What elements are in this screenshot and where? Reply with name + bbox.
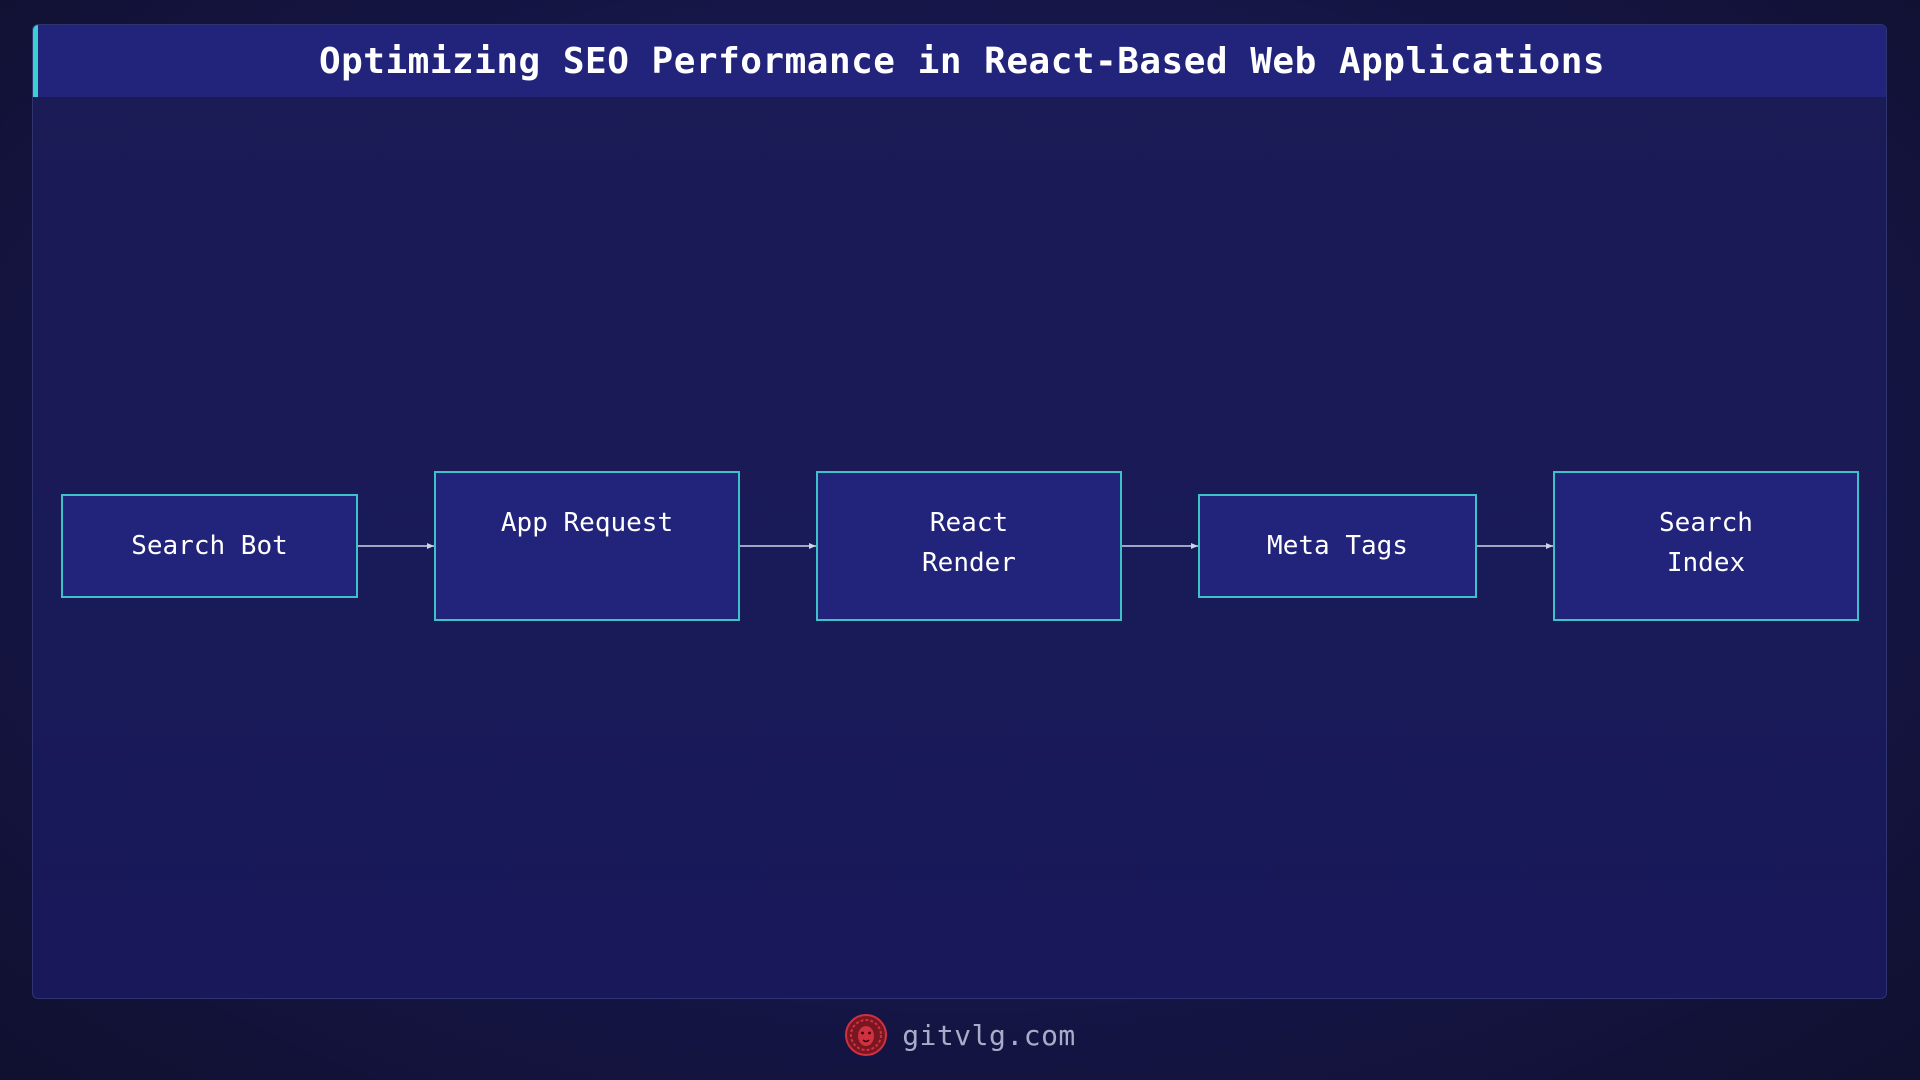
footer-site-text[interactable]: gitvlg.com: [902, 1019, 1076, 1052]
node-label: React Render: [922, 508, 1016, 578]
node-search-bot: Search Bot: [61, 494, 358, 598]
node-label: Search Index: [1659, 508, 1753, 578]
footer: gitvlg.com: [0, 1010, 1920, 1060]
node-label: App Request: [500, 508, 674, 538]
lion-head-logo-icon: [845, 1014, 888, 1056]
flow-diagram: Search Bot App Request React Render Meta…: [0, 0, 1920, 1080]
node-meta-tags: Meta Tags: [1198, 494, 1477, 598]
node-react-render: React Render: [816, 471, 1122, 621]
node-label: Meta Tags: [1267, 531, 1408, 561]
node-search-index: Search Index: [1553, 471, 1859, 621]
node-label: Search Bot: [131, 531, 288, 561]
node-app-request: App Request: [434, 471, 740, 621]
